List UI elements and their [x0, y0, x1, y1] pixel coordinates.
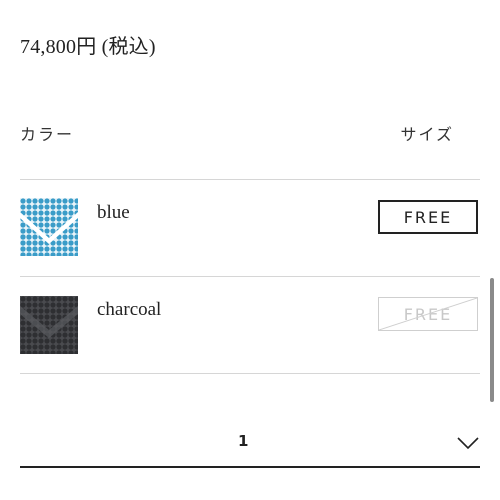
divider: [20, 179, 480, 180]
size-free-button[interactable]: FREE: [378, 200, 478, 234]
divider: [20, 276, 480, 277]
charcoal-swatch[interactable]: [20, 296, 78, 354]
size-column-header: サイズ: [400, 125, 454, 144]
color-column-header: カラー: [20, 125, 75, 144]
scrollbar[interactable]: [490, 278, 494, 402]
blue-swatch[interactable]: [20, 198, 78, 256]
color-name: blue: [97, 202, 130, 223]
size-free-button-disabled: FREE: [378, 297, 478, 331]
quantity-underline: [20, 466, 480, 468]
color-name: charcoal: [97, 299, 162, 320]
sold-out-slash-icon: [379, 298, 477, 330]
quantity-value[interactable]: 1: [238, 432, 248, 450]
divider: [20, 373, 480, 374]
product-price: 74,800円 (税込): [20, 36, 156, 58]
chevron-down-icon[interactable]: [456, 436, 480, 450]
